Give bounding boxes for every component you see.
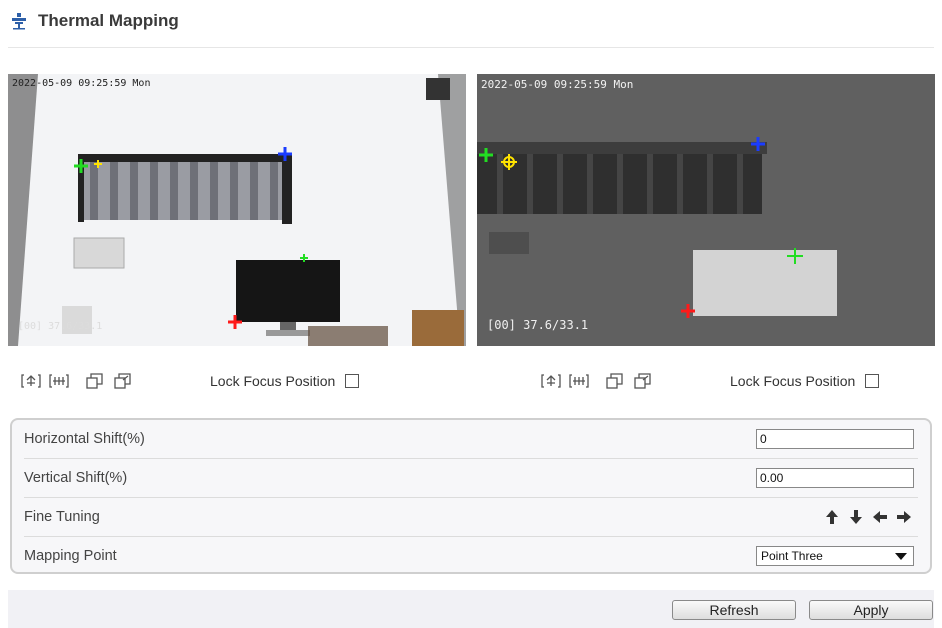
- arrow-down-icon[interactable]: [848, 509, 864, 525]
- title-divider: [8, 47, 934, 48]
- arrow-right-icon[interactable]: [896, 509, 912, 525]
- lock-focus-checkbox[interactable]: [345, 374, 360, 388]
- vertical-shift-label: Vertical Shift(%): [24, 470, 128, 486]
- mapping-point-label: Mapping Point: [24, 548, 117, 564]
- visible-view-controls: Lock Focus Position: [20, 370, 360, 392]
- chevron-down-icon: [895, 553, 907, 560]
- visible-video-view[interactable]: 2022-05-09 09:25:59 Mon [00] 37.6/33.1: [8, 74, 466, 346]
- lock-focus-checkbox[interactable]: [865, 374, 880, 388]
- mapping-settings-panel: Horizontal Shift(%) Vertical Shift(%) Fi…: [10, 418, 932, 574]
- zoom-in-icon[interactable]: [540, 372, 562, 390]
- lock-focus-control: Lock Focus Position: [210, 373, 360, 389]
- refresh-button[interactable]: Refresh: [672, 600, 796, 620]
- thermal-view-controls: Lock Focus Position: [540, 370, 880, 392]
- thermal-video-view[interactable]: 2022-05-09 09:25:59 Mon [00] 37.6/33.1: [477, 74, 935, 346]
- arrow-up-icon[interactable]: [824, 509, 840, 525]
- video-timestamp: 2022-05-09 09:25:59 Mon: [12, 78, 151, 89]
- zoom-out-icon[interactable]: [568, 372, 590, 390]
- arrow-left-icon[interactable]: [872, 509, 888, 525]
- lock-focus-label: Lock Focus Position: [210, 373, 336, 389]
- mapping-point-select[interactable]: Point Three: [756, 546, 914, 566]
- lock-focus-label: Lock Focus Position: [730, 373, 856, 389]
- apply-button[interactable]: Apply: [809, 600, 933, 620]
- fine-tuning-arrows: [824, 509, 912, 525]
- zoom-in-icon[interactable]: [20, 372, 42, 390]
- mapping-point-value: Point Three: [761, 549, 823, 563]
- horizontal-shift-row: Horizontal Shift(%): [24, 420, 918, 459]
- footer-bar: Refresh Apply: [8, 590, 934, 628]
- horizontal-shift-input[interactable]: [756, 429, 914, 449]
- zoom-out-icon[interactable]: [48, 372, 70, 390]
- temperature-overlay: [00] 37.6/33.1: [18, 321, 103, 332]
- page-header: Thermal Mapping: [10, 6, 179, 36]
- thermal-icon: [12, 13, 26, 30]
- page-title: Thermal Mapping: [38, 11, 179, 30]
- fit-icon[interactable]: [632, 372, 654, 390]
- fine-tuning-row: Fine Tuning: [24, 498, 918, 537]
- horizontal-shift-label: Horizontal Shift(%): [24, 431, 145, 447]
- fine-tuning-label: Fine Tuning: [24, 509, 100, 525]
- video-timestamp: 2022-05-09 09:25:59 Mon: [481, 78, 634, 91]
- fit-icon[interactable]: [112, 372, 134, 390]
- lock-focus-control: Lock Focus Position: [730, 373, 880, 389]
- vertical-shift-input[interactable]: [756, 468, 914, 488]
- restore-icon[interactable]: [84, 372, 106, 390]
- temperature-overlay: [00] 37.6/33.1: [487, 318, 589, 332]
- vertical-shift-row: Vertical Shift(%): [24, 459, 918, 498]
- restore-icon[interactable]: [604, 372, 626, 390]
- mapping-point-row: Mapping Point Point Three: [24, 537, 918, 575]
